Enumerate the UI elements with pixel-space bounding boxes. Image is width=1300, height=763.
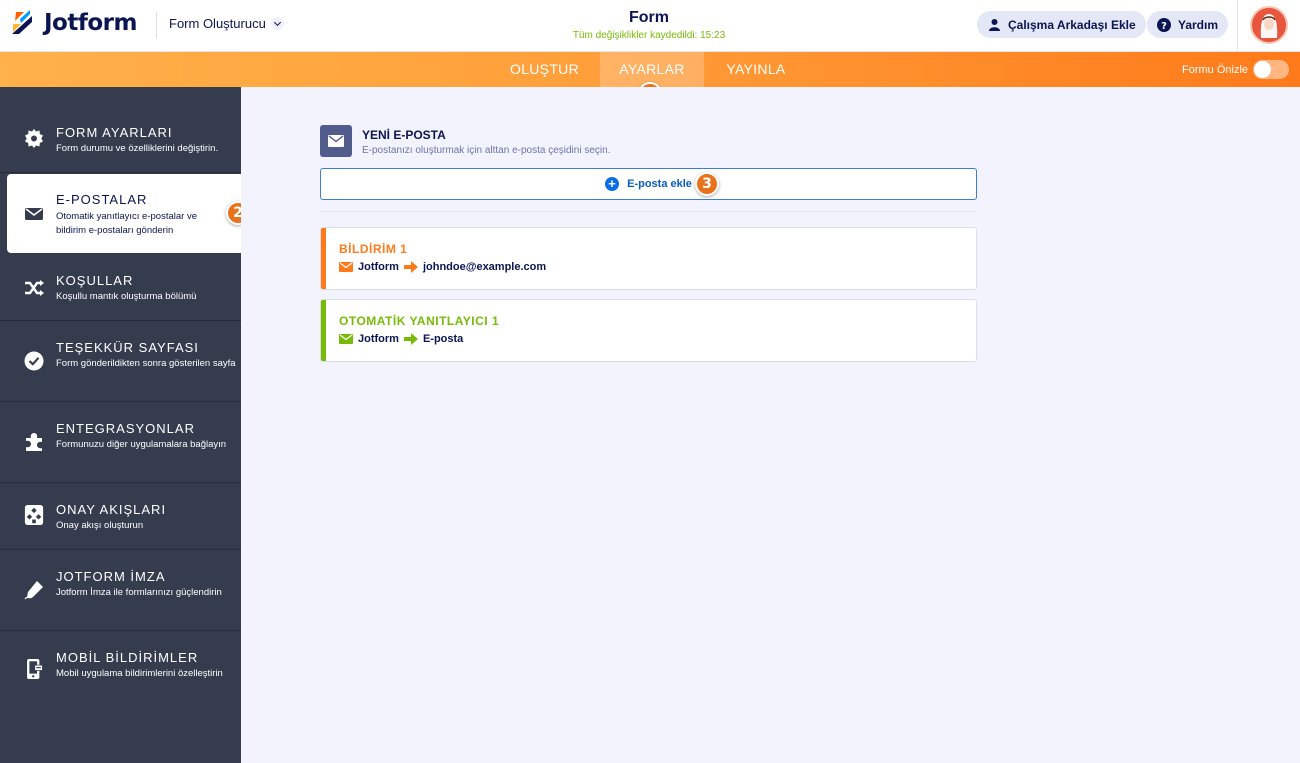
sidebar-item-title: E-POSTALAR (56, 192, 148, 207)
email-to: E-posta (422, 333, 464, 345)
gear-icon (25, 129, 43, 148)
emails-panel: YENİ E-POSTA E-postanızı oluşturmak için… (241, 87, 1300, 763)
sidebar-item-desc: Onay akışı oluşturun (56, 520, 144, 531)
sidebar-item-desc: Koşullu mantık oluşturma bölümü (56, 291, 197, 302)
puzzle-icon (26, 433, 42, 451)
sidebar-item-title: KOŞULLAR (56, 273, 134, 288)
svg-text:?: ? (1161, 21, 1167, 32)
add-email-label: E-posta ekle (627, 178, 692, 190)
question-circle-icon: ? (1157, 17, 1171, 32)
add-teammate-label: Çalışma Arkadaşı Ekle (1008, 17, 1136, 32)
card-accent-bar (321, 300, 326, 361)
flow-icon (24, 505, 44, 525)
tab-yayinla[interactable]: YAYINLA (707, 52, 805, 87)
sidebar-item-desc: Jotform İmza ile formlarınızı güçlendiri… (56, 587, 222, 598)
mail-icon (339, 262, 353, 272)
preview-toggle[interactable] (1253, 60, 1289, 79)
sidebar-item-title: ONAY AKIŞLARI (56, 502, 167, 517)
email-route: Jotform E-posta (339, 333, 463, 345)
help-button[interactable]: ? Yardım (1147, 11, 1229, 38)
sidebar-item-desc: Form durumu ve özelliklerini değiştirin. (56, 143, 219, 154)
arrow-right-icon (403, 261, 418, 273)
pen-icon (24, 581, 43, 600)
sidebar-item-title: TEŞEKKÜR SAYFASI (56, 340, 199, 355)
sidebar-item-conditions[interactable]: KOŞULLAR Koşullu mantık oluşturma bölümü (0, 254, 241, 321)
avatar[interactable] (1250, 6, 1288, 44)
user-icon (987, 18, 1001, 32)
sidebar-item-desc: Otomatik yanıtlayıcı e-postalar ve bildi… (56, 211, 197, 236)
sidebar-item-thank-you[interactable]: TEŞEKKÜR SAYFASI Form gönderildikten son… (0, 321, 241, 402)
sidebar-item-desc: Form gönderildikten sonra gösterilen say… (56, 358, 236, 369)
chevron-down-icon (270, 17, 284, 30)
check-circle-icon (24, 351, 44, 371)
sidebar-item-title: FORM AYARLARI (56, 125, 173, 140)
envelope-icon (320, 125, 352, 157)
sidebar-item-form-settings[interactable]: FORM AYARLARI Form durumu ve özellikleri… (0, 87, 241, 173)
arrow-right-icon (403, 333, 418, 345)
sidebar-item-title: ENTEGRASYONLAR (56, 421, 195, 436)
jotform-logo-icon (12, 10, 32, 34)
form-title[interactable]: Form (549, 9, 749, 27)
sidebar-item-emails[interactable]: E-POSTALAR Otomatik yanıtlayıcı e-postal… (7, 174, 241, 253)
email-route: Jotform johndoe@example.com (339, 261, 546, 273)
sidebar-item-jotform-sign[interactable]: JOTFORM İMZA Jotform İmza ile formlarını… (0, 550, 241, 631)
sidebar-item-approval-flows[interactable]: ONAY AKIŞLARI Onay akışı oluşturun (0, 483, 241, 550)
sidebar-item-desc: Formunuzu diğer uygulamalara bağlayın (56, 439, 227, 450)
tab-olustur[interactable]: OLUŞTUR (493, 52, 596, 87)
new-email-title: YENİ E-POSTA (362, 128, 446, 142)
email-from: Jotform (358, 333, 399, 345)
header-divider (156, 12, 157, 38)
plus-circle-icon: + (605, 177, 620, 191)
settings-sidebar: FORM AYARLARI Form durumu ve özellikleri… (0, 87, 241, 763)
email-card-title: OTOMATİK YANITLAYICI 1 (339, 314, 500, 328)
email-card-title: BİLDİRİM 1 (339, 242, 408, 256)
sidebar-item-desc: Mobil uygulama bildirimlerini özelleştir… (56, 668, 223, 679)
help-label: Yardım (1178, 17, 1219, 32)
avatar-area (1237, 0, 1300, 52)
sidebar-item-mobile-notifications[interactable]: MOBİL BİLDİRİMLER Mobil uygulama bildiri… (0, 631, 241, 712)
mobile-icon (27, 659, 43, 679)
envelope-icon (25, 208, 43, 220)
add-teammate-button[interactable]: Çalışma Arkadaşı Ekle (977, 11, 1146, 38)
shuffle-icon (25, 280, 44, 296)
email-to: johndoe@example.com (422, 261, 547, 273)
sidebar-item-title: JOTFORM İMZA (56, 569, 166, 584)
card-accent-bar (321, 228, 326, 289)
builder-label: Form Oluşturucu (169, 16, 266, 31)
preview-label: Formu Önizle (1182, 64, 1249, 76)
section-divider (320, 211, 977, 212)
top-bar: Jotform Form Oluşturucu Form Tüm değişik… (0, 0, 1300, 52)
builder-switcher[interactable]: Form Oluşturucu (169, 16, 284, 31)
email-card-notification[interactable]: BİLDİRİM 1 Jotform johndoe@example.com (320, 227, 977, 290)
email-from: Jotform (358, 261, 399, 273)
mail-icon (339, 334, 353, 344)
step-badge-3: 3 (695, 172, 719, 196)
add-email-button[interactable]: + E-posta ekle (320, 168, 977, 200)
save-status: Tüm değişiklikler kaydedildi: 15:23 (572, 30, 726, 41)
sidebar-item-integrations[interactable]: ENTEGRASYONLAR Formunuzu diğer uygulamal… (0, 402, 241, 483)
email-card-autoresponder[interactable]: OTOMATİK YANITLAYICI 1 Jotform E-posta (320, 299, 977, 362)
brand-name: Jotform (44, 10, 137, 36)
jotform-logo[interactable]: Jotform (10, 10, 137, 36)
sidebar-item-title: MOBİL BİLDİRİMLER (56, 650, 199, 665)
new-email-desc: E-postanızı oluşturmak için alttan e-pos… (362, 145, 611, 156)
